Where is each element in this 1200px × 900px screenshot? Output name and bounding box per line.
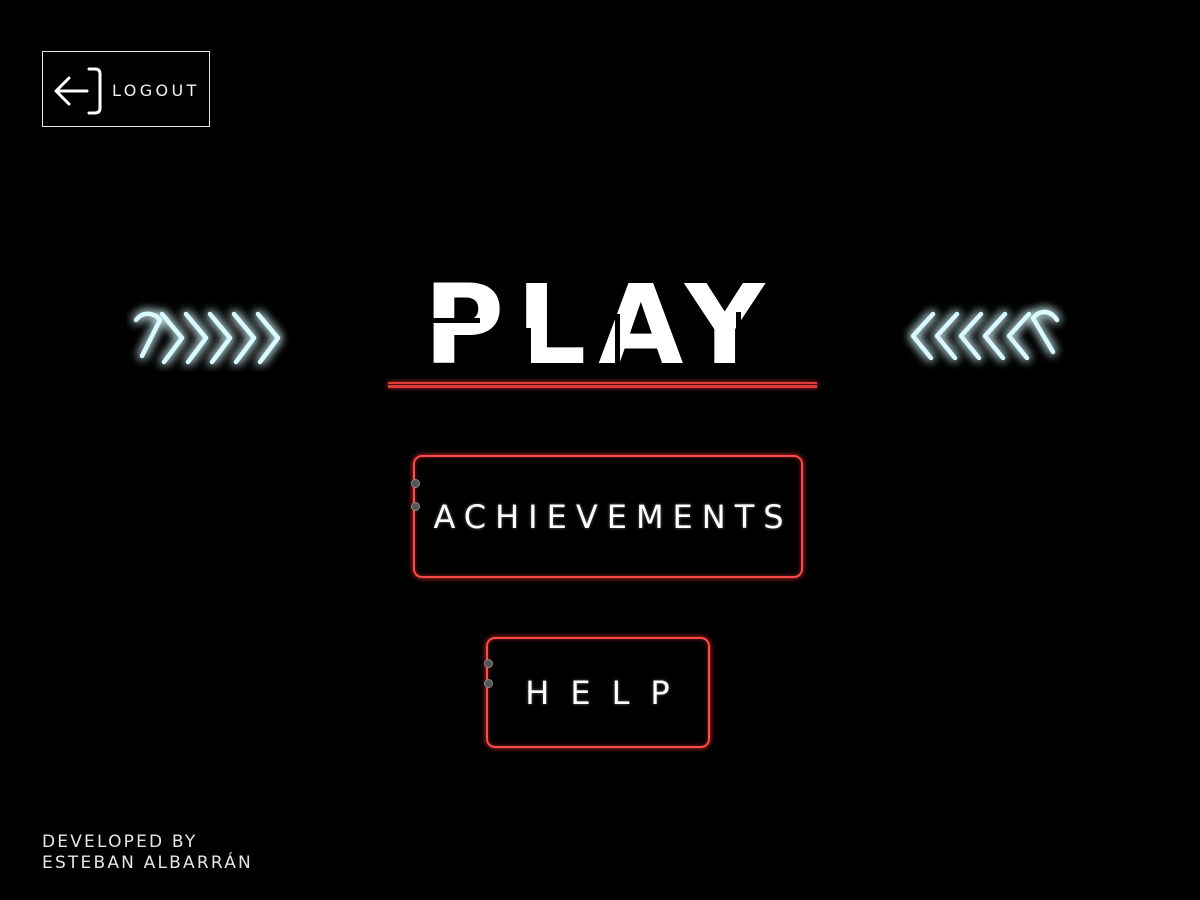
help-label: HELP: [525, 673, 691, 712]
logout-button[interactable]: LOGOUT: [42, 51, 210, 127]
help-button[interactable]: HELP: [484, 637, 710, 748]
developer-credits: DEVELOPED BY ESTEBAN ALBARRÁN: [42, 832, 253, 874]
logout-icon: [54, 67, 102, 115]
logout-label: LOGOUT: [112, 81, 200, 100]
credits-line-1: DEVELOPED BY: [42, 832, 198, 852]
achievements-button[interactable]: ACHIEVEMENTS: [411, 455, 803, 578]
neon-connector-dot: [411, 502, 420, 511]
neon-connector-dot: [484, 679, 493, 688]
play-underline: [388, 382, 817, 388]
play-button[interactable]: PLAY: [380, 266, 820, 372]
credits-line-2: ESTEBAN ALBARRÁN: [42, 853, 253, 873]
neon-connector-dot: [411, 479, 420, 488]
neon-connector-dot: [484, 659, 493, 668]
achievements-label: ACHIEVEMENTS: [433, 497, 793, 536]
chevrons-right-icon: [133, 311, 281, 365]
chevrons-left-icon: [910, 309, 1060, 361]
